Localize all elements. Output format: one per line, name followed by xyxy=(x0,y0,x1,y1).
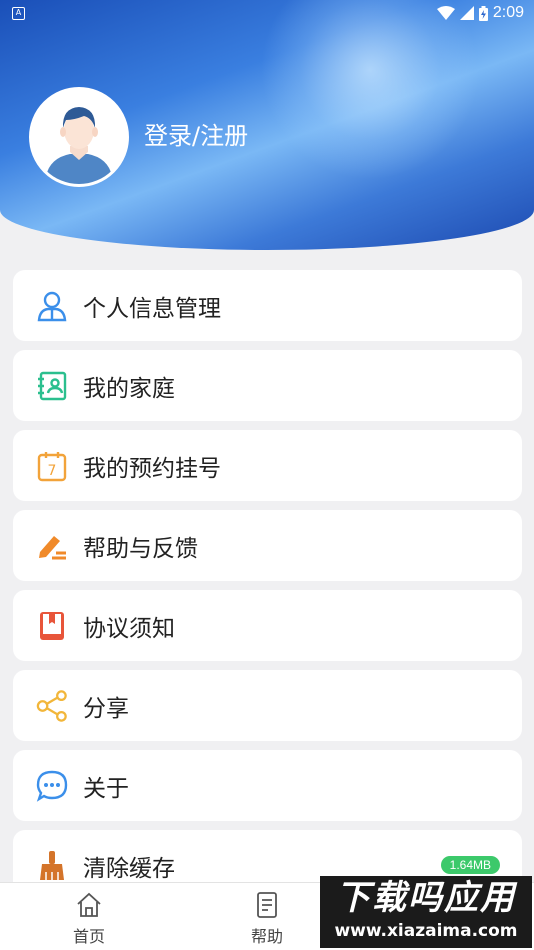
share-icon xyxy=(36,689,68,722)
menu-item-label: 我的预约挂号 xyxy=(83,455,221,482)
status-right-group: 2:09 xyxy=(436,4,524,22)
menu-item-help-feedback[interactable]: 帮助与反馈 xyxy=(13,510,522,581)
menu-item-label: 个人信息管理 xyxy=(83,295,221,322)
menu-item-about[interactable]: 关于 xyxy=(13,750,522,821)
avatar[interactable] xyxy=(29,87,129,187)
menu-item-label: 我的家庭 xyxy=(83,375,175,402)
edit-pencil-icon xyxy=(36,530,68,562)
status-time: 2:09 xyxy=(492,4,524,21)
menu-item-label: 关于 xyxy=(83,775,129,802)
calendar-icon: 7 xyxy=(36,450,68,482)
battery-icon xyxy=(478,5,488,21)
home-icon xyxy=(77,892,101,917)
app-notification-icon: A xyxy=(12,7,25,20)
tab-help-label: 帮助 xyxy=(250,927,283,946)
menu-item-label: 分享 xyxy=(83,695,129,722)
wifi-icon xyxy=(436,6,455,20)
status-bar: A 2:09 xyxy=(0,0,534,28)
menu-item-label: 帮助与反馈 xyxy=(83,535,198,562)
book-icon xyxy=(36,610,68,642)
menu-item-label: 清除缓存 xyxy=(83,855,175,882)
chat-bubble-icon xyxy=(36,770,68,802)
broom-icon xyxy=(36,850,68,882)
menu-item-agreement[interactable]: 协议须知 xyxy=(13,590,522,661)
watermark-title: 下载吗应用 xyxy=(336,878,516,918)
document-icon xyxy=(257,892,277,918)
profile-header: A 2:09 登录/注册 xyxy=(0,0,534,250)
signal-icon xyxy=(459,6,474,20)
menu-item-label: 协议须知 xyxy=(83,615,175,642)
watermark-url: www.xiazaima.com xyxy=(334,921,518,941)
contact-card-icon xyxy=(36,370,68,402)
default-avatar-icon xyxy=(32,90,126,184)
menu-item-share[interactable]: 分享 xyxy=(13,670,522,741)
login-register-link[interactable]: 登录/注册 xyxy=(144,116,248,151)
menu-item-personal-info[interactable]: 个人信息管理 xyxy=(13,270,522,341)
menu-item-appointments[interactable]: 7 我的预约挂号 xyxy=(13,430,522,501)
settings-menu: 个人信息管理 我的家庭 7 我的预约挂号 帮助与反馈 协议须知 分享 关于 清除… xyxy=(13,270,522,910)
cache-size-badge: 1.64MB xyxy=(440,856,500,874)
watermark-logo: 下载吗应用 www.xiazaima.com xyxy=(320,876,532,948)
menu-item-my-family[interactable]: 我的家庭 xyxy=(13,350,522,421)
tab-home-label: 首页 xyxy=(72,927,105,946)
person-icon xyxy=(36,290,68,322)
tab-home[interactable]: 首页 xyxy=(0,883,178,950)
svg-text:7: 7 xyxy=(48,463,57,479)
